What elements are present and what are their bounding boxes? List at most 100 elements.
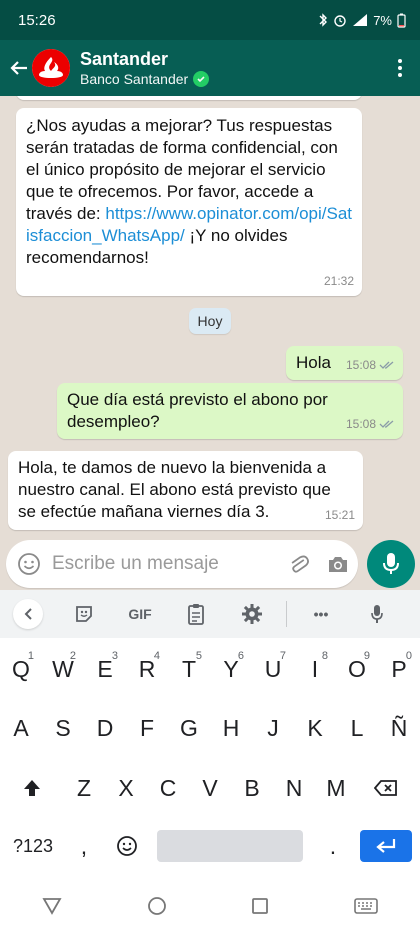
alarm-icon — [334, 15, 346, 27]
key-f[interactable]: F — [126, 703, 168, 753]
key-m[interactable]: M — [315, 763, 357, 813]
key-o[interactable]: O9 — [336, 644, 378, 694]
keyboard-toolbar: GIF ••• — [0, 590, 420, 638]
message-text: Que día está previsto el abono por desem… — [67, 390, 328, 431]
nav-recents-button[interactable] — [251, 897, 269, 920]
paperclip-icon — [291, 555, 309, 573]
keyboard-icon — [353, 898, 378, 914]
key-r[interactable]: R4 — [126, 644, 168, 694]
camera-button[interactable] — [318, 554, 358, 574]
key-j[interactable]: J — [252, 703, 294, 753]
system-nav-bar — [0, 884, 420, 933]
comma-key[interactable]: , — [64, 821, 104, 871]
message-time: 15:08 — [345, 358, 376, 372]
shift-key[interactable] — [4, 763, 60, 813]
contact-subtitle: Banco Santander — [80, 71, 189, 87]
emoji-button[interactable] — [6, 552, 52, 576]
key-c[interactable]: C — [147, 763, 189, 813]
key-h[interactable]: H — [210, 703, 252, 753]
message-text: Hola, te damos de nuevo la bienvenida a … — [18, 458, 331, 521]
message-outgoing: Hola 15:08 — [286, 346, 403, 380]
gif-button[interactable]: GIF — [112, 590, 168, 638]
toolbar-divider — [286, 601, 287, 627]
more-button[interactable]: ••• — [293, 590, 349, 638]
key-q[interactable]: Q1 — [0, 644, 42, 694]
chat-area[interactable]: ¿Nos ayudas a mejorar? Tus respuestas se… — [0, 96, 420, 590]
date-chip: Hoy — [189, 308, 231, 334]
nav-keyboard-switch-button[interactable] — [353, 898, 378, 919]
message-text: Hola — [296, 353, 331, 372]
key-t[interactable]: T5 — [168, 644, 210, 694]
battery-icon — [397, 13, 406, 28]
message-time: 15:21 — [324, 508, 355, 522]
backspace-icon — [374, 780, 397, 796]
keyboard: Q1 W2 E3 R4 T5 Y6 U7 I8 O9 P0 A S D F G … — [0, 638, 420, 884]
battery-percent: 7% — [373, 12, 392, 28]
double-check-icon — [379, 420, 394, 428]
key-x[interactable]: X — [105, 763, 147, 813]
key-n-tilde[interactable]: Ñ — [378, 703, 420, 753]
message-time: 15:08 — [345, 417, 376, 431]
contact-name: Santander — [80, 49, 169, 69]
key-p[interactable]: P0 — [378, 644, 420, 694]
double-check-icon — [379, 361, 394, 369]
arrow-left-icon — [10, 61, 27, 75]
emoji-key[interactable] — [104, 821, 150, 871]
message-time: 21:32 — [323, 274, 354, 288]
microphone-icon — [383, 553, 399, 574]
status-time: 15:26 — [18, 11, 56, 29]
verified-icon — [193, 71, 210, 87]
key-i[interactable]: I8 — [294, 644, 336, 694]
key-g[interactable]: G — [168, 703, 210, 753]
microphone-icon — [371, 605, 383, 623]
key-u[interactable]: U7 — [252, 644, 294, 694]
key-d[interactable]: D — [84, 703, 126, 753]
clipboard-button[interactable] — [168, 590, 224, 638]
keyboard-back-button[interactable] — [0, 590, 56, 638]
message-outgoing: Que día está previsto el abono por desem… — [57, 383, 403, 439]
more-vert-icon — [398, 59, 402, 77]
space-key[interactable] — [157, 830, 303, 862]
message-input[interactable]: Escribe un mensaje — [6, 540, 358, 588]
key-a[interactable]: A — [0, 703, 42, 753]
contact-avatar[interactable] — [32, 49, 70, 87]
message-incoming-survey: ¿Nos ayudas a mejorar? Tus respuestas se… — [16, 108, 362, 296]
sticker-button[interactable] — [56, 590, 112, 638]
gear-icon — [242, 604, 262, 624]
nav-back-button[interactable] — [42, 897, 62, 920]
key-y[interactable]: Y6 — [210, 644, 252, 694]
emoji-icon — [18, 553, 40, 575]
period-key[interactable]: . — [312, 821, 354, 871]
clipboard-icon — [188, 604, 204, 625]
bluetooth-icon — [319, 13, 328, 27]
enter-icon — [376, 839, 396, 853]
key-e[interactable]: E3 — [84, 644, 126, 694]
message-incoming: Hola, te damos de nuevo la bienvenida a … — [8, 451, 363, 530]
emoji-icon — [117, 836, 137, 856]
voice-typing-button[interactable] — [349, 590, 405, 638]
key-k[interactable]: K — [294, 703, 336, 753]
symbols-key[interactable]: ?123 — [4, 821, 62, 871]
contact-info[interactable]: Santander Banco Santander — [80, 48, 210, 88]
key-w[interactable]: W2 — [42, 644, 84, 694]
more-options-button[interactable] — [380, 40, 420, 96]
chevron-left-icon — [24, 608, 32, 620]
square-recents-icon — [252, 898, 269, 914]
message-placeholder: Escribe un mensaje — [52, 553, 219, 574]
voice-message-button[interactable] — [367, 540, 415, 588]
signal-icon — [353, 14, 368, 26]
shift-icon — [24, 780, 40, 796]
key-b[interactable]: B — [231, 763, 273, 813]
key-s[interactable]: S — [42, 703, 84, 753]
keyboard-settings-button[interactable] — [224, 590, 280, 638]
backspace-key[interactable] — [358, 763, 414, 813]
key-v[interactable]: V — [189, 763, 231, 813]
key-l[interactable]: L — [336, 703, 378, 753]
key-n[interactable]: N — [273, 763, 315, 813]
enter-key[interactable] — [360, 830, 412, 862]
back-button[interactable] — [4, 40, 34, 96]
nav-home-button[interactable] — [147, 896, 167, 921]
triangle-back-icon — [42, 898, 62, 915]
attach-button[interactable] — [278, 552, 318, 576]
key-z[interactable]: Z — [63, 763, 105, 813]
